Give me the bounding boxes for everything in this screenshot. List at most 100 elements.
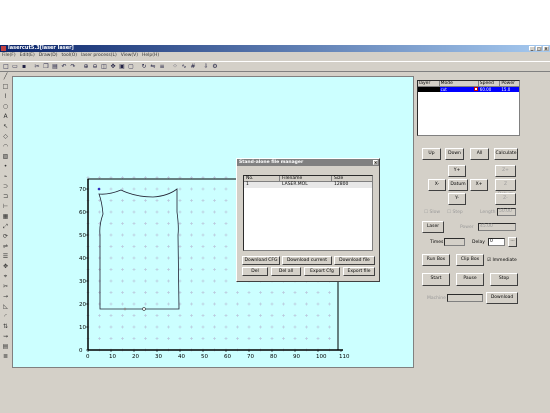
start-button[interactable]: Start	[422, 273, 450, 286]
sort-icon[interactable]: ⇅	[2, 323, 10, 331]
del-all-button[interactable]: Del all	[271, 267, 301, 276]
open-file-icon[interactable]: ▭	[11, 63, 19, 71]
up-button[interactable]: Up	[422, 148, 441, 160]
machine-select[interactable]	[447, 294, 483, 302]
stop-button[interactable]: Stop	[490, 273, 518, 286]
zoom-in-icon[interactable]: ⊕	[82, 63, 90, 71]
download-cfg-button[interactable]: Download CFG	[242, 256, 280, 265]
y-plus-button[interactable]: Y+	[448, 165, 466, 177]
text-icon[interactable]: A	[2, 113, 10, 121]
file-row[interactable]: 1 LASER.MOL 12800	[244, 182, 372, 188]
layers-table[interactable]: layer Mode Speed Power cut 60.00 15.0	[417, 80, 520, 136]
datum-button[interactable]: Datum	[448, 179, 468, 191]
export-file-button[interactable]: Export file	[343, 267, 375, 276]
origin-icon[interactable]: ⌖	[2, 273, 10, 281]
new-file-icon[interactable]: □	[2, 63, 10, 71]
rotate-tool-icon[interactable]: ⟳	[2, 233, 10, 241]
menu-draw[interactable]: Draw(D)	[39, 52, 58, 60]
calculate-button[interactable]: Calculate	[494, 148, 518, 160]
redo-icon[interactable]: ↷	[69, 63, 77, 71]
fillet-icon[interactable]: ◜	[2, 313, 10, 321]
layer-speed[interactable]: 60.00	[478, 87, 501, 92]
polyline-icon[interactable]: ⌇	[2, 93, 10, 101]
join-icon[interactable]: ⊃	[2, 183, 10, 191]
pan-icon[interactable]: ✥	[109, 63, 117, 71]
line-icon[interactable]: ╱	[2, 73, 10, 81]
layer-icon[interactable]: ▤	[2, 343, 10, 351]
download-button[interactable]: Download	[486, 292, 518, 304]
path-icon[interactable]: ⇝	[2, 333, 10, 341]
layer-row[interactable]: cut 60.00 15.0	[418, 87, 519, 92]
file-list[interactable]: No. Filename Size 1 LASER.MOL 12800	[243, 175, 373, 251]
menu-view[interactable]: View(V)	[121, 52, 138, 60]
undo-icon[interactable]: ↶	[60, 63, 68, 71]
layer-power[interactable]: 15.0	[500, 87, 519, 92]
select-icon[interactable]: ↖	[2, 123, 10, 131]
offset-icon[interactable]: ⊐	[2, 193, 10, 201]
mirror-tool-icon[interactable]: ⇌	[2, 243, 10, 251]
arc-icon[interactable]: ◠	[2, 143, 10, 151]
del-button[interactable]: Del	[242, 267, 268, 276]
stack-icon[interactable]: ≣	[2, 353, 10, 361]
measure-icon[interactable]: ⊢	[2, 203, 10, 211]
dot-icon[interactable]: •	[2, 163, 10, 171]
z-plus-button[interactable]: Z+	[495, 165, 516, 177]
slow-checkbox[interactable]: ☐ Slow	[424, 210, 440, 215]
delay-field[interactable]: 0	[488, 238, 505, 246]
times-field[interactable]	[444, 238, 465, 246]
rect-icon[interactable]: □	[2, 83, 10, 91]
curve-icon[interactable]: ∿	[180, 63, 188, 71]
array-icon[interactable]: ⁘	[171, 63, 179, 71]
extend-icon[interactable]: →	[2, 293, 10, 301]
menu-file[interactable]: File(F)	[2, 52, 16, 60]
y-minus-button[interactable]: Y-	[448, 193, 466, 205]
scale-icon[interactable]: ⤢	[2, 223, 10, 231]
mirror-icon[interactable]: ⇋	[149, 63, 157, 71]
x-minus-button[interactable]: X-	[428, 179, 446, 191]
z-datum-button[interactable]: Z Datum	[495, 179, 516, 197]
all-button[interactable]: All	[470, 148, 489, 160]
menu-laser-process[interactable]: laser process(L)	[81, 52, 117, 60]
align-tool-icon[interactable]: ☰	[2, 253, 10, 261]
break-icon[interactable]: ⌁	[2, 173, 10, 181]
menu-help[interactable]: Help(H)	[142, 52, 159, 60]
node-icon[interactable]: ◇	[2, 133, 10, 141]
menu-edit[interactable]: Edit(E)	[20, 52, 35, 60]
length-field[interactable]: 50.00	[497, 208, 516, 216]
run-box-button[interactable]: Run Box	[422, 254, 450, 266]
cut-icon[interactable]: ✂	[33, 63, 41, 71]
copy-icon[interactable]: ❐	[42, 63, 50, 71]
ellipse-icon[interactable]: ○	[2, 103, 10, 111]
menu-tool[interactable]: tool(O)	[61, 52, 77, 60]
down-button[interactable]: Down	[445, 148, 464, 160]
chamfer-icon[interactable]: ◺	[2, 303, 10, 311]
zoom-page-icon[interactable]: ▢	[127, 63, 135, 71]
grid-icon[interactable]: #	[189, 63, 197, 71]
zoom-out-icon[interactable]: ⊖	[91, 63, 99, 71]
minimize-button[interactable]: _	[529, 46, 535, 51]
pause-button[interactable]: Pause	[456, 273, 484, 286]
save-icon[interactable]: ▪	[20, 63, 28, 71]
fill-icon[interactable]: ▨	[2, 153, 10, 161]
setting-icon[interactable]: ⚙	[211, 63, 219, 71]
download-current-button[interactable]: Download current	[282, 256, 332, 265]
maximize-button[interactable]: □	[536, 46, 542, 51]
hatch-icon[interactable]: ▦	[2, 213, 10, 221]
export-cfg-button[interactable]: Export Cfg	[304, 267, 340, 276]
move-icon[interactable]: ✥	[2, 263, 10, 271]
dialog-close-icon[interactable]: ×	[373, 160, 378, 165]
zoom-all-icon[interactable]: ▣	[118, 63, 126, 71]
paste-icon[interactable]: ▤	[51, 63, 59, 71]
immediate-checkbox[interactable]: ☑ Immediate	[487, 258, 517, 263]
download-icon[interactable]: ⇩	[202, 63, 210, 71]
trim-icon[interactable]: ✂	[2, 283, 10, 291]
z-minus-button[interactable]: Z-	[495, 193, 516, 205]
rotate-icon[interactable]: ↻	[140, 63, 148, 71]
clip-box-button[interactable]: Clip Box	[456, 254, 484, 266]
download-file-button[interactable]: Download file	[334, 256, 375, 265]
power-field[interactable]: 45.00	[478, 223, 516, 231]
close-button[interactable]: ×	[543, 46, 549, 51]
step-checkbox[interactable]: ☐ Step	[447, 210, 463, 215]
x-plus-button[interactable]: X+	[470, 179, 488, 191]
layer-mode[interactable]: cut	[439, 87, 479, 92]
